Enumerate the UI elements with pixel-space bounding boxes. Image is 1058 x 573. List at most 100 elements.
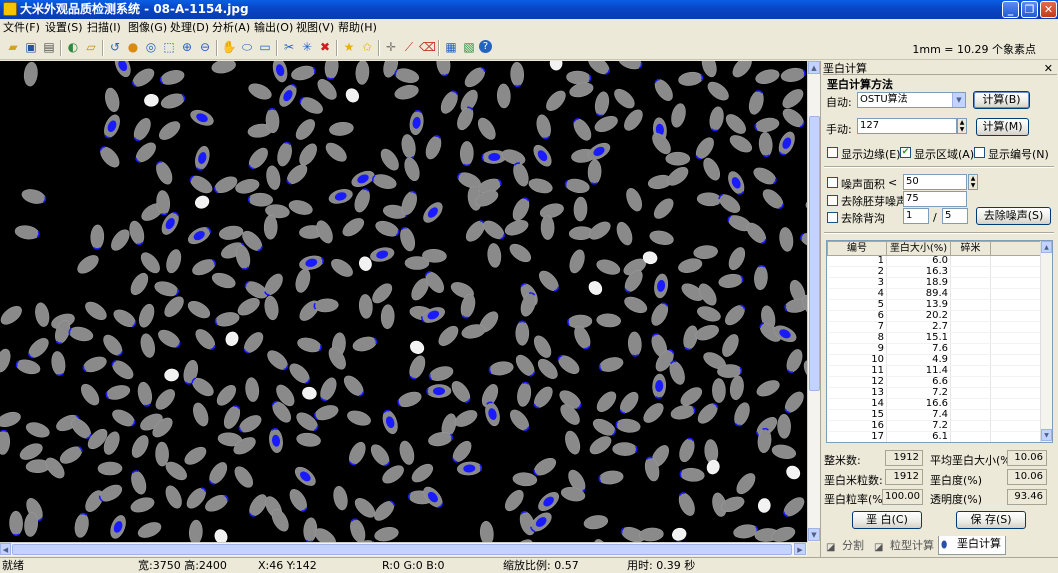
table-scrollbar[interactable]: ▲ ▼ bbox=[1040, 241, 1052, 442]
split-icon[interactable]: ✳ bbox=[299, 39, 315, 55]
print-icon[interactable]: ▤ bbox=[41, 39, 57, 55]
zoom-in-icon[interactable]: ⊕ bbox=[179, 39, 195, 55]
scroll-right-icon[interactable]: ▶ bbox=[794, 543, 806, 555]
vertical-scrollbar[interactable]: ▲ ▼ bbox=[807, 61, 820, 542]
col-header-id[interactable]: 编号 bbox=[827, 241, 887, 256]
save-icon[interactable]: ▣ bbox=[23, 39, 39, 55]
remove-noise-button[interactable]: 去除噪声(S) bbox=[976, 207, 1051, 225]
remove-germ-input[interactable]: 75 bbox=[903, 191, 967, 207]
table-row[interactable]: 6 20.2 bbox=[827, 310, 1041, 322]
horizontal-scroll-thumb[interactable] bbox=[12, 544, 792, 555]
minimize-button[interactable]: _ bbox=[1002, 1, 1019, 18]
menu-image[interactable]: 图像(G) bbox=[128, 19, 167, 36]
undo-icon[interactable]: ↺ bbox=[107, 39, 123, 55]
hand-icon[interactable]: ✋ bbox=[221, 39, 237, 55]
table-row[interactable]: 15 7.4 bbox=[827, 409, 1041, 421]
menu-file[interactable]: 文件(F) bbox=[3, 19, 40, 36]
menu-help[interactable]: 帮助(H) bbox=[338, 19, 377, 36]
menu-analysis[interactable]: 分析(A) bbox=[212, 19, 250, 36]
table-row[interactable]: 17 6.1 bbox=[827, 431, 1041, 442]
table-row[interactable]: 4 89.4 bbox=[827, 288, 1041, 300]
crop-icon[interactable]: ⬚ bbox=[161, 39, 177, 55]
image-icon[interactable]: ▦ bbox=[443, 39, 459, 55]
vertical-scroll-thumb[interactable] bbox=[809, 116, 820, 391]
scroll-up-icon[interactable]: ▲ bbox=[808, 61, 820, 74]
chevron-down-icon[interactable]: ▼ bbox=[952, 93, 965, 107]
cell-id: 15 bbox=[827, 409, 887, 421]
remove-back-input-2[interactable]: 5 bbox=[942, 208, 968, 224]
chalk-table[interactable]: 编号 垩白大小(%) 碎米 1 6.0 2 16.3 3 18.9 4 89.4 5 13.9 6 2… bbox=[826, 240, 1053, 443]
calc-auto-button[interactable]: 计算(B) bbox=[973, 91, 1030, 109]
remove-germ-checkbox[interactable] bbox=[827, 195, 838, 206]
menu-scan[interactable]: 扫描(I) bbox=[87, 19, 121, 36]
remove-back-checkbox[interactable] bbox=[827, 212, 838, 223]
rice-image[interactable] bbox=[0, 61, 807, 542]
show-edge-checkbox[interactable] bbox=[827, 147, 838, 158]
rice-grain bbox=[540, 215, 555, 240]
delete-icon[interactable]: ✖ bbox=[317, 39, 333, 55]
table-row[interactable]: 10 4.9 bbox=[827, 354, 1041, 366]
cell-broken bbox=[950, 376, 991, 388]
table-row[interactable]: 8 15.1 bbox=[827, 332, 1041, 344]
table-row[interactable]: 12 6.6 bbox=[827, 376, 1041, 388]
star-icon[interactable]: ★ bbox=[341, 39, 357, 55]
scan-icon[interactable]: ◐ bbox=[65, 39, 81, 55]
help-icon[interactable]: ? bbox=[479, 40, 492, 53]
table-row[interactable]: 11 11.4 bbox=[827, 365, 1041, 377]
ellipse-icon[interactable]: ⬭ bbox=[239, 39, 255, 55]
table-row[interactable]: 185.9 bbox=[828, 443, 1041, 444]
table-row[interactable]: 14 16.6 bbox=[827, 398, 1041, 410]
horizontal-scrollbar[interactable]: ◀ ▶ bbox=[0, 542, 807, 556]
open-folder-icon[interactable]: ▰ bbox=[5, 39, 21, 55]
table-row[interactable]: 16 7.2 bbox=[827, 420, 1041, 432]
table-row[interactable]: 2 16.3 bbox=[827, 266, 1041, 278]
eraser-icon[interactable]: ⌫ bbox=[419, 39, 436, 55]
maximize-button[interactable]: ❐ bbox=[1021, 1, 1038, 18]
show-region-checkbox[interactable]: ✔ bbox=[900, 147, 911, 158]
auto-method-select[interactable]: OSTU算法 ▼ bbox=[857, 92, 966, 108]
table-row[interactable]: 5 13.9 bbox=[827, 299, 1041, 311]
menu-process[interactable]: 处理(D) bbox=[170, 19, 209, 36]
table-row[interactable]: 9 7.6 bbox=[827, 343, 1041, 355]
report-icon[interactable]: ▧ bbox=[461, 39, 477, 55]
chalk-button[interactable]: 垩 白(C) bbox=[852, 511, 922, 529]
ruler-icon[interactable]: ▱ bbox=[83, 39, 99, 55]
close-button[interactable]: ✕ bbox=[1040, 1, 1057, 18]
target-icon[interactable]: ◎ bbox=[143, 39, 159, 55]
menu-settings[interactable]: 设置(S) bbox=[45, 19, 83, 36]
noise-area-input[interactable]: 50 bbox=[903, 174, 967, 190]
tab-chalk[interactable]: ⬮ 垩白计算 bbox=[938, 536, 1006, 555]
color-icon[interactable]: ● bbox=[125, 39, 141, 55]
noise-spin-icon[interactable]: ▲ ▼ bbox=[968, 174, 978, 190]
menu-output[interactable]: 输出(O) bbox=[254, 19, 293, 36]
rect-icon[interactable]: ▭ bbox=[257, 39, 273, 55]
tab-segment[interactable]: ◪ 分割 bbox=[824, 538, 872, 555]
zoom-out-icon[interactable]: ⊖ bbox=[197, 39, 213, 55]
cut-icon[interactable]: ✂ bbox=[281, 39, 297, 55]
scroll-down-icon[interactable]: ▼ bbox=[808, 528, 820, 541]
remove-back-input-1[interactable]: 1 bbox=[903, 208, 929, 224]
manual-threshold-input[interactable]: 127 bbox=[857, 118, 957, 134]
cell-chalk-size: 6.6 bbox=[886, 376, 951, 388]
table-row[interactable]: 3 18.9 bbox=[827, 277, 1041, 289]
calc-manual-button[interactable]: 计算(M) bbox=[976, 118, 1029, 136]
panel-close-icon[interactable]: ✕ bbox=[1044, 62, 1053, 75]
show-number-checkbox[interactable] bbox=[974, 147, 985, 158]
tab-shape[interactable]: ◪ 粒型计算 bbox=[872, 538, 936, 555]
table-row[interactable]: 13 7.2 bbox=[827, 387, 1041, 399]
col-header-broken[interactable]: 碎米 bbox=[950, 241, 991, 256]
manual-spin-icon[interactable]: ▲ ▼ bbox=[957, 118, 967, 134]
image-viewer[interactable] bbox=[0, 61, 807, 542]
menu-view[interactable]: 视图(V) bbox=[296, 19, 334, 36]
table-row[interactable]: 7 2.7 bbox=[827, 321, 1041, 333]
star-outline-icon[interactable]: ✩ bbox=[359, 39, 375, 55]
col-header-chalk-size[interactable]: 垩白大小(%) bbox=[886, 241, 951, 256]
scroll-left-icon[interactable]: ◀ bbox=[0, 543, 11, 555]
noise-area-checkbox[interactable] bbox=[827, 177, 838, 188]
crosshair-icon[interactable]: ✛ bbox=[383, 39, 399, 55]
table-row[interactable]: 1 6.0 bbox=[827, 255, 1041, 267]
save-result-button[interactable]: 保 存(S) bbox=[956, 511, 1026, 529]
measure-icon[interactable]: ⟋ bbox=[401, 39, 417, 55]
table-scroll-down-icon[interactable]: ▼ bbox=[1041, 429, 1052, 441]
table-scroll-up-icon[interactable]: ▲ bbox=[1041, 241, 1052, 253]
